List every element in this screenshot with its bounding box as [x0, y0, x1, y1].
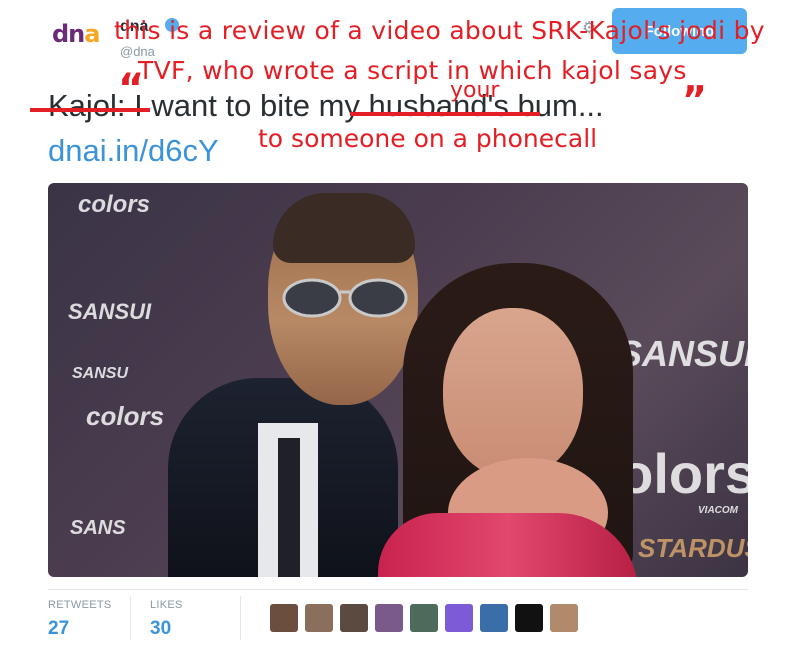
liker-avatar[interactable] — [550, 604, 578, 632]
tweet-link[interactable]: dnai.in/d6cY — [48, 133, 219, 169]
retweets-count[interactable]: 27 — [48, 618, 69, 640]
backdrop-text: SANS — [70, 517, 126, 539]
liker-avatar[interactable] — [375, 604, 403, 632]
strike-kajol — [30, 108, 150, 112]
annotation-open-quote: “ — [118, 66, 145, 112]
liker-avatar[interactable] — [305, 604, 333, 632]
backdrop-text: SANSUI — [68, 299, 152, 324]
dna-logo[interactable]: dna — [52, 20, 102, 50]
annotation-line-3: to someone on a phonecall — [258, 124, 598, 153]
backdrop-text: VIACOM — [698, 505, 738, 516]
annotation-line-1: this is a review of a video about SRK-Ka… — [114, 16, 765, 45]
annotation-replacement: your — [450, 78, 500, 103]
backdrop-text: STARDUST — [638, 533, 748, 563]
stats-separator — [240, 596, 241, 640]
backdrop-text: SANSUI — [618, 333, 748, 374]
tweet-word-speaker: Kajol: — [48, 88, 126, 123]
liker-avatar[interactable] — [270, 604, 298, 632]
sunglasses-icon — [282, 278, 408, 318]
stats-divider — [48, 589, 748, 590]
retweets-label[interactable]: RETWEETS — [48, 599, 112, 611]
backdrop-text: SANSU — [72, 365, 129, 382]
tweet-word-phrase: I want to bite — [134, 88, 310, 123]
liker-avatar[interactable] — [445, 604, 473, 632]
liker-avatar[interactable] — [480, 604, 508, 632]
backdrop-text: colors — [86, 401, 165, 431]
likes-label[interactable]: LIKES — [150, 599, 183, 611]
man-hair — [273, 193, 415, 263]
liker-avatar[interactable] — [410, 604, 438, 632]
liker-avatars — [270, 604, 578, 634]
stats-separator — [130, 596, 131, 640]
annotation-line-2: TVF, who wrote a script in which kajol s… — [138, 56, 687, 85]
liker-avatar[interactable] — [515, 604, 543, 632]
annotation-close-quote: ” — [682, 78, 707, 122]
strike-my-husbands — [350, 112, 540, 116]
backdrop-text: colors — [78, 191, 151, 218]
likes-count[interactable]: 30 — [150, 618, 171, 640]
tweet-photo[interactable]: colors SANSUI SANSUI colors SANSU SANS c… — [48, 183, 748, 577]
liker-avatar[interactable] — [340, 604, 368, 632]
man-tie — [278, 438, 300, 577]
woman-face — [443, 308, 583, 478]
tweet-word-end: bum... — [517, 88, 604, 123]
